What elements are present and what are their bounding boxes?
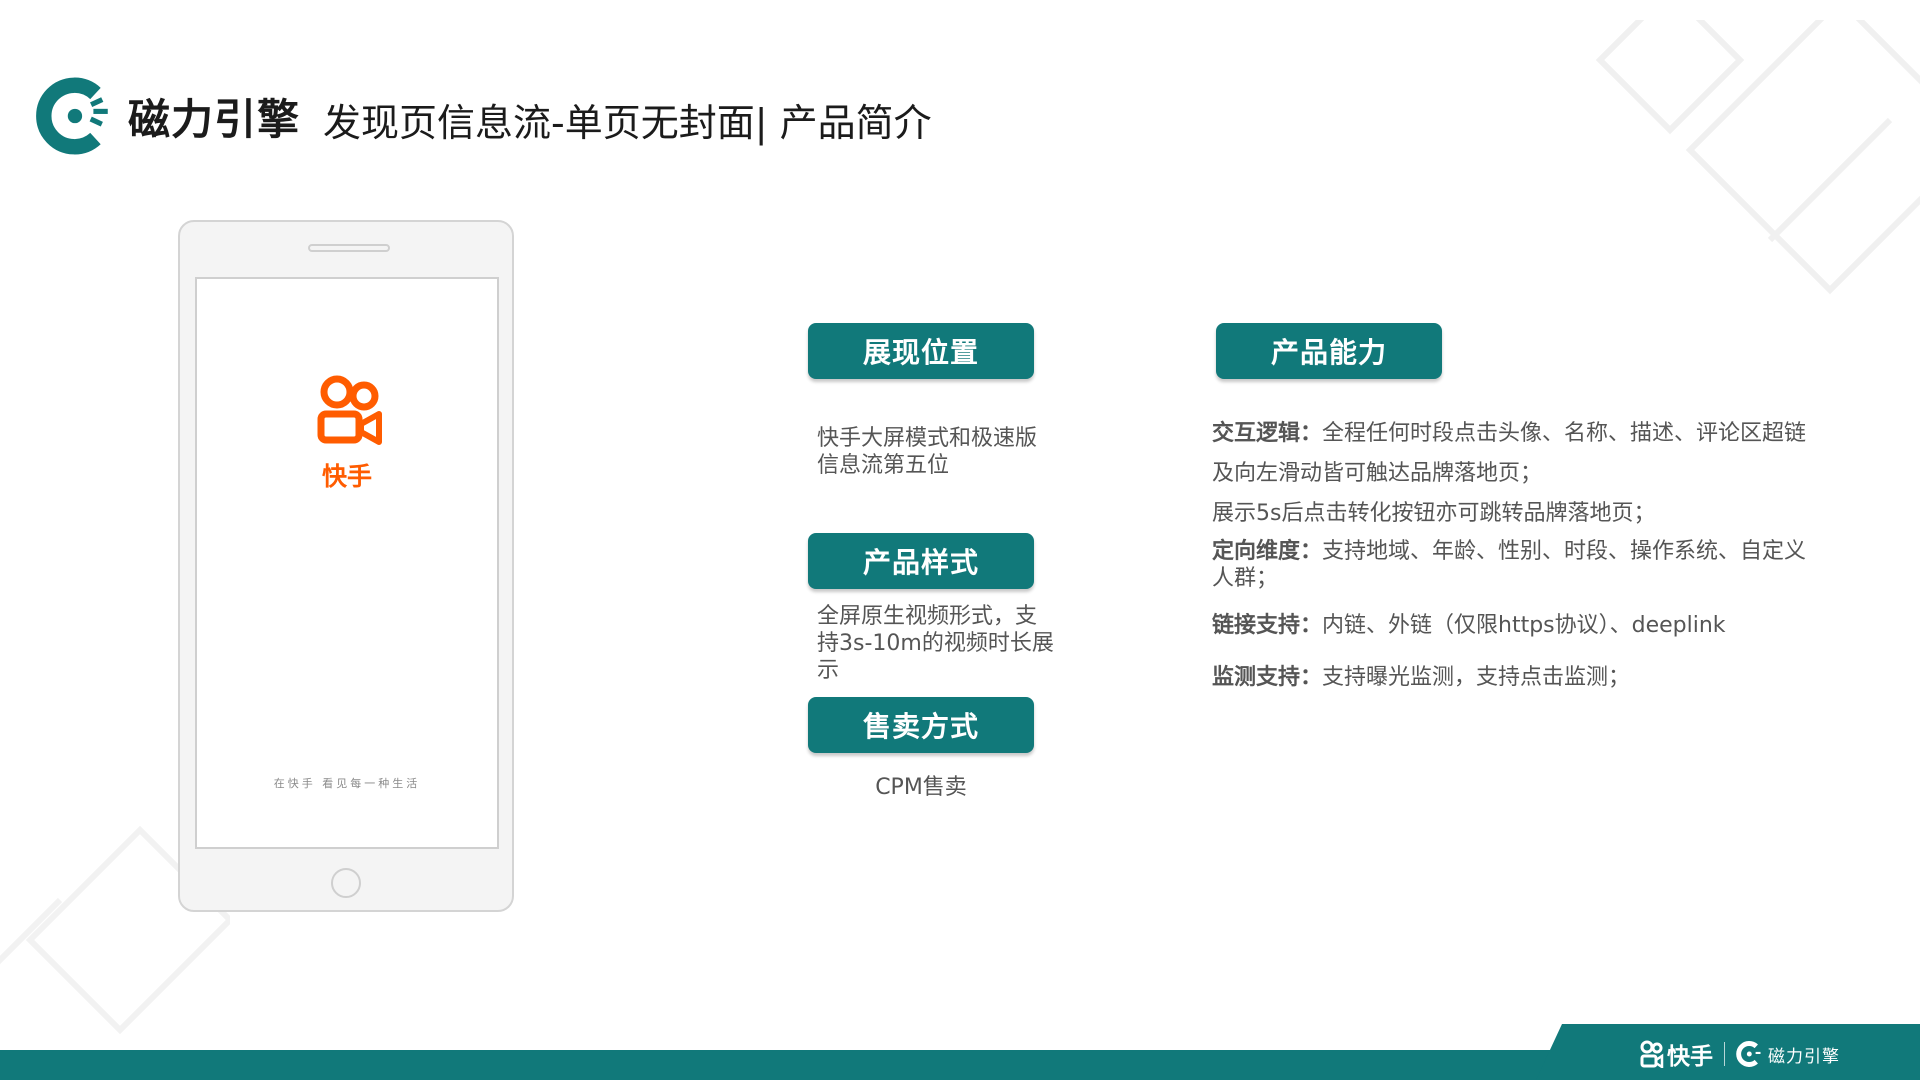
capability-monitor-key: 监测支持： [1212, 665, 1323, 690]
capability-link: 链接支持：内链、外链（仅限https协议）、deeplink [1212, 612, 1812, 639]
capability-interaction-key: 交互逻辑： [1212, 421, 1323, 446]
phone-speaker [308, 244, 390, 252]
capability-targeting-key: 定向维度： [1212, 539, 1323, 564]
kuaishou-slogan: 在快手 看见每一种生活 [273, 777, 421, 790]
page-title: 发现页信息流-单页无封面| 产品简介 [323, 101, 932, 145]
cili-logo-icon [1736, 1041, 1761, 1067]
section-label-position: 展现位置 [808, 323, 1034, 379]
phone-mockup: 快手 在快手 看见每一种生活 [178, 220, 514, 912]
brand-name: 磁力引擎 [128, 94, 301, 144]
footer-kuaishou-name: 快手 [1667, 1044, 1713, 1070]
capability-monitor: 监测支持：支持曝光监测，支持点击监测； [1212, 664, 1812, 691]
decorative-diamond-outlines [1595, 20, 1920, 295]
section-label-capabilities: 产品能力 [1216, 323, 1442, 379]
footer-cili-name: 磁力引擎 [1768, 1046, 1840, 1067]
kuaishou-app-name: 快手 [321, 462, 372, 491]
footer-brands: 快手 磁力引擎 [1640, 1034, 1840, 1074]
capability-targeting: 定向维度：支持地域、年龄、性别、时段、操作系统、自定义人群； [1212, 538, 1812, 592]
section-label-sales: 售卖方式 [808, 697, 1034, 753]
phone-home-button [331, 868, 361, 898]
phone-screen: 快手 在快手 看见每一种生活 [195, 277, 499, 849]
section-text-sales: CPM售卖 [875, 775, 967, 800]
capability-interaction: 交互逻辑：全程任何时段点击头像、名称、描述、评论区超链及向左滑动皆可触达品牌落地… [1212, 414, 1812, 534]
kuaishou-logo-icon [317, 375, 382, 445]
capability-link-key: 链接支持： [1212, 613, 1323, 638]
footer-separator [1724, 1042, 1725, 1066]
section-label-style: 产品样式 [808, 533, 1034, 589]
capability-interaction-line2: 展示5s后点击转化按钮亦可跳转品牌落地页； [1212, 501, 1656, 526]
kuaishou-logo-icon [1640, 1040, 1664, 1068]
capability-interaction-line1: 交互逻辑：全程任何时段点击头像、名称、描述、评论区超链及向左滑动皆可触达品牌落地… [1212, 414, 1812, 494]
section-text-position: 快手大屏模式和极速版信息流第五位 [817, 426, 1038, 478]
capability-monitor-value: 支持曝光监测，支持点击监测； [1322, 665, 1631, 690]
capability-link-value: 内链、外链（仅限https协议）、deeplink [1322, 613, 1726, 638]
section-text-style: 全屏原生视频形式，支持3s-10m的视频时长展示 [817, 604, 1054, 683]
brand: 磁力引擎 [36, 76, 300, 156]
cili-logo-icon [36, 77, 108, 155]
